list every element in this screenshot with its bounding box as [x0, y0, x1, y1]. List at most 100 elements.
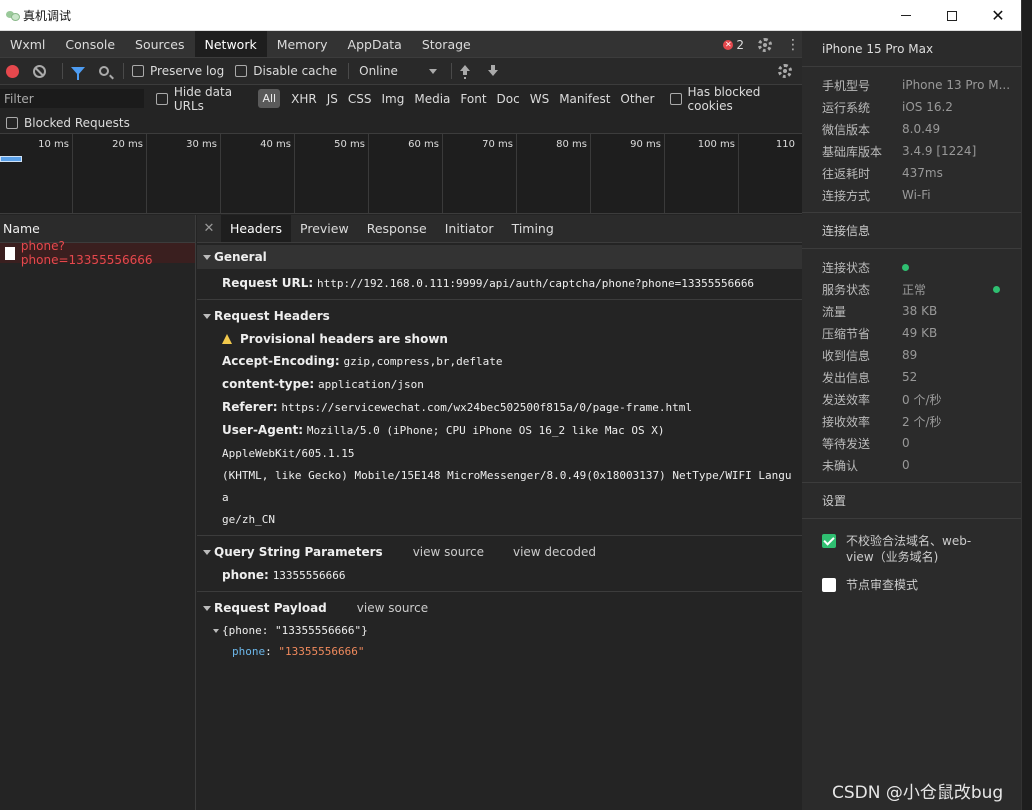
timeline-tick-label: 100 ms: [697, 139, 735, 150]
info-value: iOS 16.2: [902, 100, 953, 114]
close-detail-icon[interactable]: ✕: [197, 215, 221, 242]
search-icon[interactable]: [99, 66, 109, 76]
type-filter-ws[interactable]: WS: [525, 89, 554, 108]
timeline-overview[interactable]: 10 ms 20 ms 30 ms 40 ms 50 ms 60 ms 70 m…: [0, 134, 802, 214]
maximize-button[interactable]: [929, 0, 975, 31]
type-filter-other[interactable]: Other: [615, 89, 659, 108]
type-filter-font[interactable]: Font: [455, 89, 491, 108]
tab-console[interactable]: Console: [55, 31, 125, 57]
has-blocked-cookies-label: Has blocked cookies: [687, 84, 761, 113]
error-count-badge[interactable]: ✕ 2: [723, 38, 744, 52]
preserve-log-label: Preserve log: [150, 64, 225, 78]
checkbox-box[interactable]: [155, 92, 168, 105]
type-filter-img[interactable]: Img: [376, 89, 409, 108]
blocked-requests-checkbox[interactable]: Blocked Requests: [6, 116, 130, 130]
more-options-icon[interactable]: ⋮: [786, 38, 800, 52]
import-har-icon[interactable]: [460, 65, 471, 77]
warning-icon: [222, 334, 232, 344]
settings-gear-icon[interactable]: [758, 37, 772, 52]
filter-icon[interactable]: [71, 67, 85, 80]
hide-data-urls-checkbox[interactable]: Hide data URLs: [155, 84, 252, 113]
tabbar-actions: ✕ 2 ⋮: [723, 31, 802, 58]
type-filter-all[interactable]: All: [258, 89, 281, 108]
general-section-header[interactable]: General: [197, 245, 802, 269]
conn-row: 未确认 0: [802, 454, 1021, 476]
type-filter-manifest[interactable]: Manifest: [554, 89, 615, 108]
timeline-tick-label: 80 ms: [556, 139, 587, 150]
section-divider: [197, 535, 802, 536]
info-row: 运行系统 iOS 16.2: [802, 96, 1021, 118]
tab-network[interactable]: Network: [194, 31, 267, 57]
clear-icon[interactable]: [33, 64, 46, 78]
type-filter-js[interactable]: JS: [322, 89, 343, 108]
header-value: gzip,compress,br,deflate: [343, 355, 503, 368]
export-har-icon[interactable]: [488, 65, 499, 77]
expand-triangle-icon: [203, 605, 211, 611]
toolbar-divider: [348, 63, 350, 79]
payload-summary-row[interactable]: {phone: "13355556666"}: [197, 620, 802, 641]
tab-wxml[interactable]: Wxml: [0, 31, 55, 57]
throttle-select[interactable]: Online: [357, 64, 438, 78]
document-icon: [5, 246, 15, 260]
tab-initiator[interactable]: Initiator: [436, 215, 503, 242]
timeline-tick-label: 90 ms: [630, 139, 661, 150]
type-filter-doc[interactable]: Doc: [492, 89, 525, 108]
timeline-gridline: [516, 134, 517, 213]
network-settings-gear-icon[interactable]: [778, 64, 792, 78]
tab-preview[interactable]: Preview: [291, 215, 358, 242]
tab-sources[interactable]: Sources: [125, 31, 194, 57]
header-name: Referer:: [222, 400, 278, 414]
record-icon[interactable]: [6, 64, 19, 78]
setting-skip-domain-check[interactable]: 不校验合法域名、web-view（业务域名): [802, 533, 1021, 565]
preserve-log-checkbox[interactable]: Preserve log: [132, 64, 224, 78]
conn-value: 2 个/秒: [902, 414, 942, 429]
tab-timing[interactable]: Timing: [503, 215, 563, 242]
checkbox-box[interactable]: [235, 65, 248, 77]
view-decoded-link[interactable]: view decoded: [513, 545, 596, 559]
unchecked-checkbox[interactable]: [822, 578, 836, 592]
conn-label: 压缩节省: [822, 326, 871, 341]
request-headers-section-header[interactable]: Request Headers: [197, 304, 802, 328]
timeline-gridline: [72, 134, 73, 213]
query-section-header[interactable]: Query String Parameters view source view…: [197, 540, 802, 564]
type-filter-css[interactable]: CSS: [343, 89, 377, 108]
disable-cache-checkbox[interactable]: Disable cache: [235, 64, 337, 78]
conn-label: 流量: [822, 304, 847, 319]
type-filter-media[interactable]: Media: [409, 89, 455, 108]
request-row[interactable]: phone?phone=13355556666: [0, 239, 195, 267]
chevron-down-icon: [429, 68, 438, 74]
title-bar: 真机调试 ✕: [0, 0, 1021, 31]
request-detail-pane: ✕ Headers Preview Response Initiator Tim…: [197, 215, 802, 810]
minimize-button[interactable]: [883, 0, 929, 31]
payload-key: phone: [232, 645, 266, 658]
conn-label: 等待发送: [822, 436, 871, 451]
filter-input[interactable]: Filter: [0, 89, 144, 108]
payload-section-header[interactable]: Request Payload view source: [197, 596, 802, 620]
info-value: 3.4.9 [1224]: [902, 144, 977, 158]
window-title: 真机调试: [23, 8, 72, 23]
timeline-gridline: [664, 134, 665, 213]
checkbox-box[interactable]: [669, 92, 682, 105]
payload-view-source-link[interactable]: view source: [357, 601, 428, 615]
general-title: General: [214, 250, 267, 264]
view-source-link[interactable]: view source: [413, 545, 484, 559]
tab-response[interactable]: Response: [358, 215, 436, 242]
devtools-panel: Wxml Console Sources Network Memory AppD…: [0, 31, 802, 810]
checkbox-box[interactable]: [132, 65, 144, 77]
tab-memory[interactable]: Memory: [267, 31, 338, 57]
tab-appdata[interactable]: AppData: [338, 31, 412, 57]
has-blocked-cookies-checkbox[interactable]: Has blocked cookies: [669, 84, 792, 113]
timeline-tick-label: 50 ms: [334, 139, 365, 150]
close-button[interactable]: ✕: [975, 0, 1021, 31]
disable-cache-label: Disable cache: [253, 64, 338, 78]
checkbox-box[interactable]: [6, 116, 18, 129]
hide-data-urls-label: Hide data URLs: [173, 84, 233, 113]
setting-node-inspect[interactable]: 节点审查模式: [802, 577, 1021, 593]
checked-checkbox[interactable]: [822, 534, 836, 548]
conn-row: 发出信息 52: [802, 366, 1021, 388]
tab-storage[interactable]: Storage: [412, 31, 481, 57]
type-filter-xhr[interactable]: XHR: [286, 89, 322, 108]
tab-headers[interactable]: Headers: [221, 215, 292, 242]
info-value: 437ms: [902, 166, 943, 180]
header-name: Accept-Encoding:: [222, 354, 340, 368]
